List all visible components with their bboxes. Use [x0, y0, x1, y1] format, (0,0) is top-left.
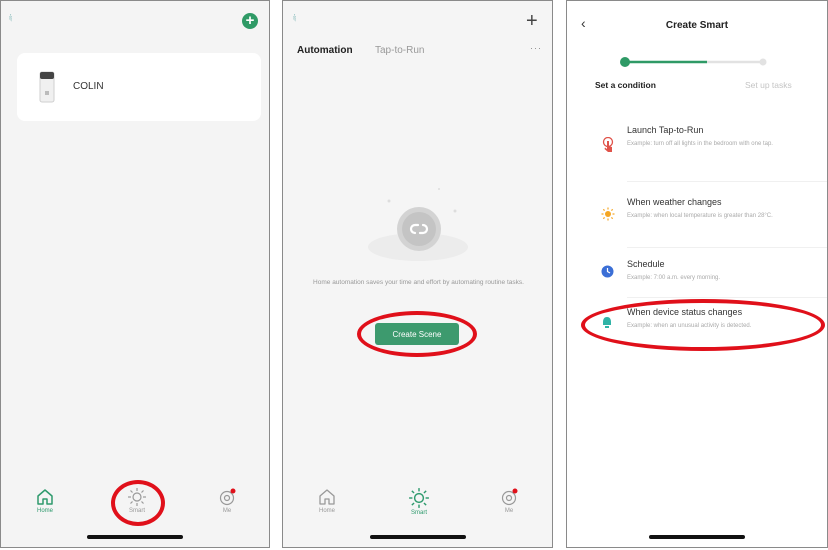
home-indicator	[369, 535, 466, 539]
divider	[627, 297, 827, 298]
option-title: Schedule	[627, 259, 665, 269]
option-description: Example: 7:00 a.m. every morning.	[627, 275, 721, 281]
empty-state-illustration-icon	[368, 188, 468, 261]
option-launch-tap-to-run[interactable]: Launch Tap-to-Run Example: turn off all …	[567, 123, 827, 173]
smart-icon	[128, 488, 146, 506]
add-smart-button[interactable]: +	[526, 11, 538, 31]
home-icon	[319, 489, 335, 505]
tab-home[interactable]: Home	[297, 487, 357, 514]
tab-automation[interactable]: Automation	[297, 45, 353, 56]
bottom-tab-bar: Home Smart Me	[1, 487, 269, 529]
step-progress	[620, 57, 767, 67]
page-title: Create Smart	[665, 20, 729, 31]
device-name: COLIN	[73, 81, 104, 92]
plus-icon: +	[245, 12, 255, 29]
tab-me[interactable]: Me	[197, 487, 257, 514]
device-card[interactable]: COLIN	[17, 53, 261, 121]
weather-icon	[601, 207, 615, 221]
tab-label: Me	[504, 508, 514, 514]
option-description: Example: when local temperature is great…	[627, 213, 773, 219]
schedule-icon	[601, 265, 614, 278]
option-title: When weather changes	[627, 197, 722, 207]
me-icon	[219, 488, 236, 506]
me-icon	[501, 488, 518, 506]
home-name[interactable]: ខ្ញុំ	[293, 15, 296, 22]
option-title: Launch Tap-to-Run	[627, 125, 704, 135]
home-icon	[37, 489, 53, 505]
option-weather-changes[interactable]: When weather changes Example: when local…	[567, 195, 827, 245]
smart-icon	[409, 488, 429, 508]
tab-me[interactable]: Me	[479, 487, 539, 514]
phone-screen-smart: ខ្ញុំ + Automation Tap-to-Run ··· Home a…	[282, 0, 553, 548]
tab-smart[interactable]: Smart	[107, 487, 167, 514]
tab-label: Home	[36, 508, 53, 514]
option-title: When device status changes	[627, 307, 743, 317]
home-indicator	[87, 535, 183, 539]
tab-label: Home	[318, 508, 335, 514]
tab-home[interactable]: Home	[15, 487, 75, 514]
tab-label: Me	[222, 508, 232, 514]
phone-screen-create-smart: ‹ Create Smart Set a condition Set up ta…	[566, 0, 828, 548]
dehumidifier-icon	[39, 71, 55, 103]
create-scene-button[interactable]: Create Scene	[375, 323, 459, 345]
add-device-button[interactable]: +	[242, 13, 258, 29]
step-next: Set up tasks	[745, 80, 792, 90]
tab-label: Smart	[410, 510, 427, 516]
divider	[627, 247, 827, 248]
option-schedule[interactable]: Schedule Example: 7:00 a.m. every mornin…	[567, 257, 827, 297]
home-name[interactable]: ខ្ញុំ	[9, 15, 12, 22]
option-device-status-changes[interactable]: When device status changes Example: when…	[567, 306, 827, 346]
tap-icon	[602, 137, 614, 152]
empty-state-message: Home automation saves your time and effo…	[313, 279, 524, 286]
tab-tap-to-run[interactable]: Tap-to-Run	[375, 45, 424, 56]
tab-label: Smart	[128, 508, 145, 514]
home-indicator	[649, 535, 745, 539]
more-options-button[interactable]: ···	[530, 43, 542, 53]
plus-icon: +	[526, 10, 538, 32]
divider	[627, 181, 827, 182]
tab-smart[interactable]: Smart	[389, 487, 449, 516]
option-description: Example: when an unusual activity is det…	[627, 323, 752, 329]
device-status-icon	[603, 317, 611, 328]
phone-screen-home: ខ្ញុំ + COLIN Home Smart Me	[0, 0, 270, 548]
step-current: Set a condition	[595, 80, 656, 90]
option-description: Example: turn off all lights in the bedr…	[627, 141, 773, 147]
bottom-tab-bar: Home Smart Me	[283, 487, 552, 529]
